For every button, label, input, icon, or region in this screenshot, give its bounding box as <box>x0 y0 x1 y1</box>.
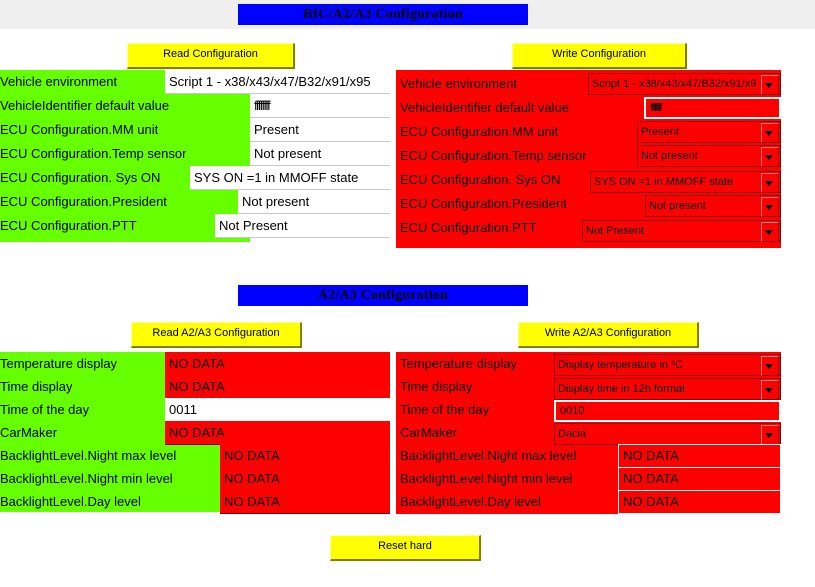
a2a3-read-label-time-display: Time display <box>0 379 73 394</box>
bic-write-label-ptt: ECU Configuration.PTT <box>400 220 537 235</box>
chevron-down-icon[interactable] <box>761 380 779 400</box>
a2a3-write-value-night-min-level: NO DATA <box>618 467 781 491</box>
write-configuration-button[interactable]: Write Configuration <box>512 43 687 69</box>
a2a3-write-entry-time-of-the-day[interactable]: 0010 <box>554 400 781 422</box>
a2a3-read-value-day-level: NO DATA <box>220 490 390 514</box>
bic-read-label-vehicleidentifier-default-value: VehicleIdentifier default value <box>0 98 170 113</box>
bic-read-value-mm-unit: Present <box>250 118 390 142</box>
a2a3-read-label-temperature-display: Temperature display <box>0 356 118 371</box>
a2a3-write-label-day-level: BacklightLevel.Day level <box>400 494 541 509</box>
write-a2a3-configuration-button[interactable]: Write A2/A3 Configuration <box>518 322 699 348</box>
chevron-down-icon[interactable] <box>761 75 779 95</box>
bic-read-label-president: ECU Configuration.President <box>0 194 167 209</box>
bic-read-row: ECU Configuration.Temp sensor <box>0 142 250 166</box>
bic-write-label-vehicleidentifier-default-value: VehicleIdentifier default value <box>400 100 570 115</box>
a2a3-write-combo-time-display[interactable]: Display time in 12h format <box>554 378 781 400</box>
a2a3-write-combo-carmaker[interactable]: Dacia <box>554 423 781 445</box>
bic-write-combo-president[interactable]: Not present <box>645 195 781 217</box>
a2a3-write-label-night-max-level: BacklightLevel.Night max level <box>400 448 577 463</box>
bic-read-value-sys-on: SYS ON =1 in MMOFF state <box>190 166 390 190</box>
bic-write-label-temp-sensor: ECU Configuration.Temp sensor <box>400 148 587 163</box>
bic-read-row: ECU Configuration.MM unit <box>0 118 250 142</box>
read-a2a3-configuration-button[interactable]: Read A2/A3 Configuration <box>131 322 302 348</box>
bic-write-combo-sys-on-text: SYS ON =1 in MMOFF state <box>594 176 734 188</box>
a2a3-write-combo-temperature-display-text: Display temperature in ºC <box>558 359 684 371</box>
bic-write-label-sys-on: ECU Configuration. Sys ON <box>400 172 561 187</box>
bic-write-combo-mm-unit-text: Present <box>641 126 679 138</box>
a2a3-read-value-night-max-level: NO DATA <box>220 444 390 468</box>
a2a3-read-label-time-of-the-day: Time of the day <box>0 402 90 417</box>
a2a3-read-value-carmaker: NO DATA <box>165 421 390 445</box>
a2a3-write-combo-time-display-text: Display time in 12h format <box>558 383 686 395</box>
bic-write-label-president: ECU Configuration.President <box>400 196 567 211</box>
bic-read-value-president: Not present <box>238 190 390 214</box>
bic-read-row: ECU Configuration.PTT <box>0 214 250 238</box>
a2a3-write-label-night-min-level: BacklightLevel.Night min level <box>400 471 573 486</box>
a2a3-read-value-temperature-display: NO DATA <box>165 352 390 376</box>
a2a3-read-label-carmaker: CarMaker <box>0 425 58 440</box>
bic-section-title: BIC/A2/A3 Configuration <box>238 4 528 25</box>
a2a3-write-label-temperature-display: Temperature display <box>400 356 518 371</box>
bic-read-label-vehicle-environment: Vehicle environment <box>0 74 118 89</box>
bic-write-combo-president-text: Not present <box>649 200 706 212</box>
bic-write-entry-vehicleidentifier-default-value[interactable]: ffffffff <box>644 97 781 119</box>
bic-read-panel: Vehicle environment VehicleIdentifier de… <box>0 70 250 242</box>
bic-write-label-vehicle-environment: Vehicle environment <box>400 76 518 91</box>
bic-read-label-sys-on: ECU Configuration. Sys ON <box>0 170 161 185</box>
chevron-down-icon[interactable] <box>761 173 779 193</box>
a2a3-write-label-carmaker: CarMaker <box>400 425 458 440</box>
bic-read-value-ptt: Not Present <box>215 214 390 238</box>
bic-write-combo-vehicle-environment[interactable]: Script 1 - x38/x43/x47/B32/x91/x9 <box>588 73 781 95</box>
read-configuration-button[interactable]: Read Configuration <box>127 43 295 69</box>
a2a3-write-label-time-of-the-day: Time of the day <box>400 402 490 417</box>
bic-read-label-temp-sensor: ECU Configuration.Temp sensor <box>0 146 187 161</box>
chevron-down-icon[interactable] <box>761 197 779 217</box>
bic-write-label-mm-unit: ECU Configuration.MM unit <box>400 124 559 139</box>
a2a3-read-value-night-min-level: NO DATA <box>220 467 390 491</box>
a2a3-read-row: BacklightLevel.Day level <box>0 490 220 514</box>
a2a3-read-label-day-level: BacklightLevel.Day level <box>0 494 141 509</box>
bic-write-combo-temp-sensor-text: Not present <box>641 150 698 162</box>
bic-write-combo-temp-sensor[interactable]: Not present <box>637 145 781 167</box>
a2a3-read-value-time-display: NO DATA <box>165 375 390 399</box>
chevron-down-icon[interactable] <box>761 123 779 143</box>
a2a3-write-value-day-level: NO DATA <box>618 490 781 514</box>
bic-read-label-mm-unit: ECU Configuration.MM unit <box>0 122 159 137</box>
chevron-down-icon[interactable] <box>761 147 779 167</box>
a2a3-read-label-night-min-level: BacklightLevel.Night min level <box>0 471 173 486</box>
bic-write-combo-sys-on[interactable]: SYS ON =1 in MMOFF state <box>590 171 781 193</box>
a2a3-read-label-night-max-level: BacklightLevel.Night max level <box>0 448 177 463</box>
bic-read-row: ECU Configuration.President <box>0 190 250 214</box>
a2a3-read-row: BacklightLevel.Night max level <box>0 444 220 468</box>
a2a3-section-title: A2/A3 Configuration <box>238 285 528 306</box>
bic-read-row: VehicleIdentifier default value <box>0 94 250 118</box>
a2a3-read-value-time-of-the-day: 0011 <box>165 398 390 422</box>
application-window: BIC/A2/A3 Configuration Read Configurati… <box>0 0 815 587</box>
a2a3-write-combo-carmaker-text: Dacia <box>558 428 587 440</box>
bic-read-label-ptt: ECU Configuration.PTT <box>0 218 137 233</box>
bic-read-value-vehicle-environment: Script 1 - x38/x43/x47/B32/x91/x95 <box>165 70 390 94</box>
reset-hard-button[interactable]: Reset hard <box>330 535 481 561</box>
bic-write-combo-ptt[interactable]: Not Present <box>582 220 781 242</box>
a2a3-write-combo-temperature-display[interactable]: Display temperature in ºC <box>554 354 781 376</box>
chevron-down-icon[interactable] <box>761 222 779 242</box>
a2a3-read-row: BacklightLevel.Night min level <box>0 467 220 491</box>
bic-write-combo-mm-unit[interactable]: Present <box>637 121 781 143</box>
bic-read-value-vehicleidentifier-default-value: ffffffff <box>250 94 390 118</box>
chevron-down-icon[interactable] <box>761 425 779 445</box>
bic-read-value-temp-sensor: Not present <box>250 142 390 166</box>
a2a3-write-value-night-max-level: NO DATA <box>618 444 781 468</box>
bic-write-combo-vehicle-environment-text: Script 1 - x38/x43/x47/B32/x91/x9 <box>592 78 757 90</box>
bic-write-combo-ptt-text: Not Present <box>586 225 645 237</box>
a2a3-write-label-time-display: Time display <box>400 379 473 394</box>
chevron-down-icon[interactable] <box>761 356 779 376</box>
